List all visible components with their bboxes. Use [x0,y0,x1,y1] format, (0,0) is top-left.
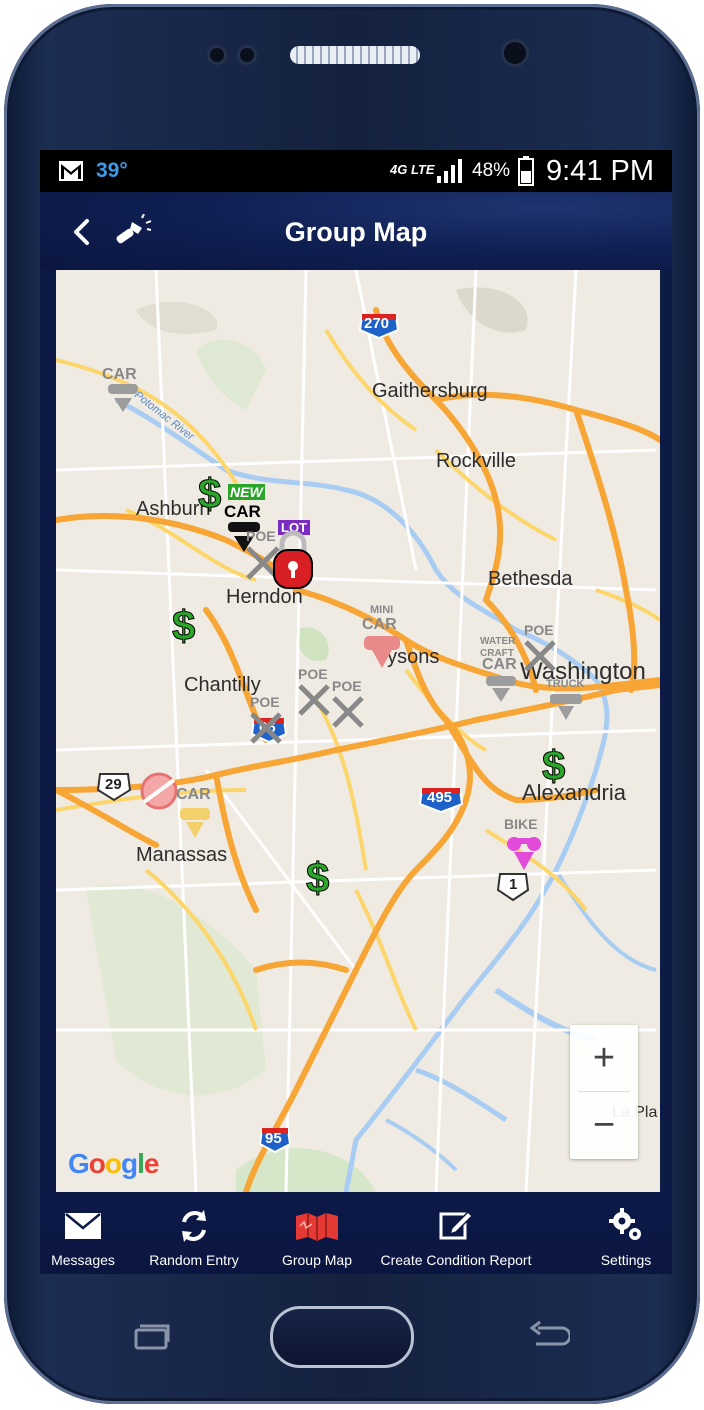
battery-icon [518,156,534,186]
zoom-out-button[interactable]: − [570,1092,638,1158]
gear-icon [609,1208,641,1240]
earpiece-speaker [290,46,420,64]
group-map[interactable]: 270 495 66 29 1 95 Potomac River Gaither… [56,270,660,1192]
nav-settings[interactable]: Settings [586,1192,666,1274]
phone-frame: 39° 4G LTE 48% 9:41 PM Group Map 270 495… [4,4,700,1404]
battery-percent: 48% [472,160,511,181]
nav-label-create-condition-report: Create Condition Report [380,1252,532,1268]
dollar-marker[interactable]: $ [304,854,336,912]
refresh-icon [182,1210,206,1242]
shield-label-29: 29 [105,776,122,793]
place-manassas: Manassas [136,844,228,866]
car-marker[interactable]: CAR [480,656,524,710]
page-title: Group Map [284,217,428,247]
nav-label-random-entry: Random Entry [149,1252,239,1268]
bottom-navigation: Messages Random Entry Group Map Create C… [40,1192,672,1274]
network-type: 4G LTE [390,162,435,177]
place-gaithersburg: Gaithersburg [372,380,488,402]
dollar-marker-label: $ [171,602,196,650]
nav-label-settings: Settings [600,1252,652,1268]
place-alexandria: Alexandria [522,780,626,805]
poe-marker[interactable]: POE [520,622,562,678]
proximity-sensor [210,48,224,62]
nav-group-map[interactable]: Group Map [272,1192,362,1274]
zoom-controls: + − [570,1025,638,1159]
front-camera [504,42,526,64]
zoom-in-button[interactable]: + [570,1025,638,1091]
map-icon [296,1213,338,1241]
shield-label-495: 495 [427,789,453,806]
gmail-icon [59,161,83,181]
nav-messages[interactable]: Messages [40,1192,126,1274]
nav-create-condition-report[interactable]: Create Condition Report [370,1192,542,1274]
weather-temperature: 39° [96,159,128,182]
car-marker[interactable]: CAR [172,786,218,844]
recent-apps-icon[interactable] [130,1322,172,1352]
dollar-marker-label: $ [541,742,566,790]
home-button[interactable] [270,1306,414,1368]
back-hardware-icon[interactable] [526,1320,570,1352]
app-header: Group Map [40,192,672,270]
dollar-marker[interactable]: $ [540,742,572,800]
mini-car-marker[interactable]: MINI CAR [356,604,408,676]
shield-label-270: 270 [364,315,390,332]
place-rockville: Rockville [436,450,517,472]
place-bethesda: Bethesda [488,568,573,590]
dollar-marker-label: $ [305,854,330,902]
dollar-marker-label: $ [197,470,222,518]
envelope-icon [65,1213,101,1239]
google-logo: Google [68,1148,159,1179]
dollar-marker[interactable]: $ [170,602,202,660]
truck-marker[interactable]: TRUCK [544,678,590,726]
light-sensor [240,48,254,62]
edit-icon [439,1210,474,1240]
car-marker[interactable]: CAR [100,366,146,416]
water-label: WATER [480,636,516,647]
lot-marker[interactable]: LOT [268,520,318,596]
screen: 39° 4G LTE 48% 9:41 PM Group Map 270 495… [40,150,672,1274]
bike-marker[interactable]: BIKE [500,816,548,876]
shield-label-95: 95 [265,1130,282,1147]
status-bar: 39° 4G LTE 48% 9:41 PM [40,150,672,192]
nav-label-messages: Messages [51,1252,115,1268]
poe-marker[interactable]: POE [246,694,288,750]
signal-icon [437,159,462,183]
poe-marker[interactable]: POE [328,678,370,734]
shield-label-1: 1 [509,876,518,893]
clock: 9:41 PM [546,155,654,187]
nav-label-group-map: Group Map [281,1252,353,1268]
nav-random-entry[interactable]: Random Entry [138,1192,250,1274]
